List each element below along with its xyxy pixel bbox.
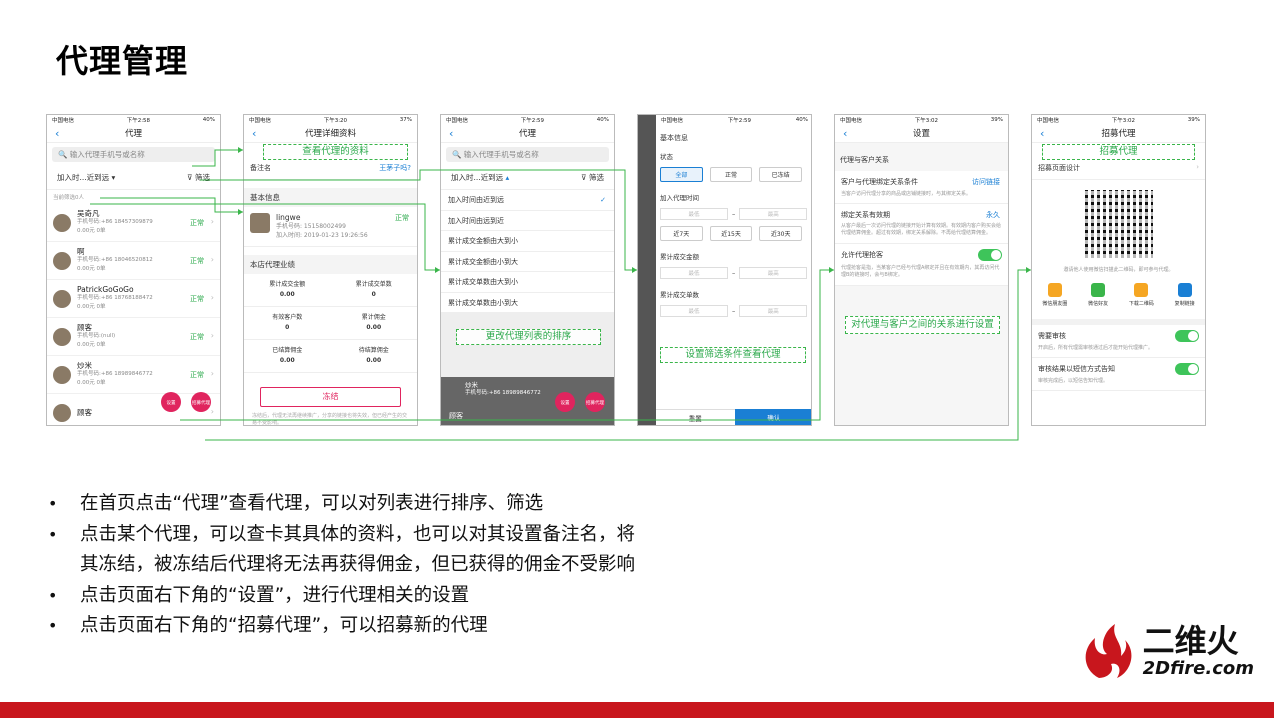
annotation-filter: 设置筛选条件查看代理 <box>660 347 806 363</box>
annotation-recruit: 招募代理 <box>1042 144 1195 160</box>
annotation-view-profile: 查看代理的资料 <box>263 144 408 160</box>
annotation-relation: 对代理与客户之间的关系进行设置 <box>845 316 1000 334</box>
logo-cn: 二维火 <box>1142 621 1239 660</box>
logo-en: 2Dfire.com <box>1142 657 1254 679</box>
bullet-item-continuation: 其冻结，被冻结后代理将无法再获得佣金，但已获得的佣金不受影响 <box>80 554 636 575</box>
annotation-sort-list: 更改代理列表的排序 <box>456 329 601 345</box>
flame-icon <box>1085 624 1132 678</box>
bullet-item: 点击页面右下角的“招募代理”，可以招募新的代理 <box>48 611 635 642</box>
bullet-list: 在首页点击“代理”查看代理，可以对列表进行排序、筛选 点击某个代理，可以查卡其具… <box>48 489 635 642</box>
bullet-item: 在首页点击“代理”查看代理，可以对列表进行排序、筛选 <box>48 489 635 520</box>
bullet-item: 点击页面右下角的“设置”，进行代理相关的设置 <box>48 581 635 612</box>
brand-logo: 二维火 2Dfire.com <box>1077 620 1254 682</box>
bullet-item: 点击某个代理，可以查卡其具体的资料，也可以对其设置备注名，将 <box>48 520 635 551</box>
footer-bar <box>0 702 1274 718</box>
